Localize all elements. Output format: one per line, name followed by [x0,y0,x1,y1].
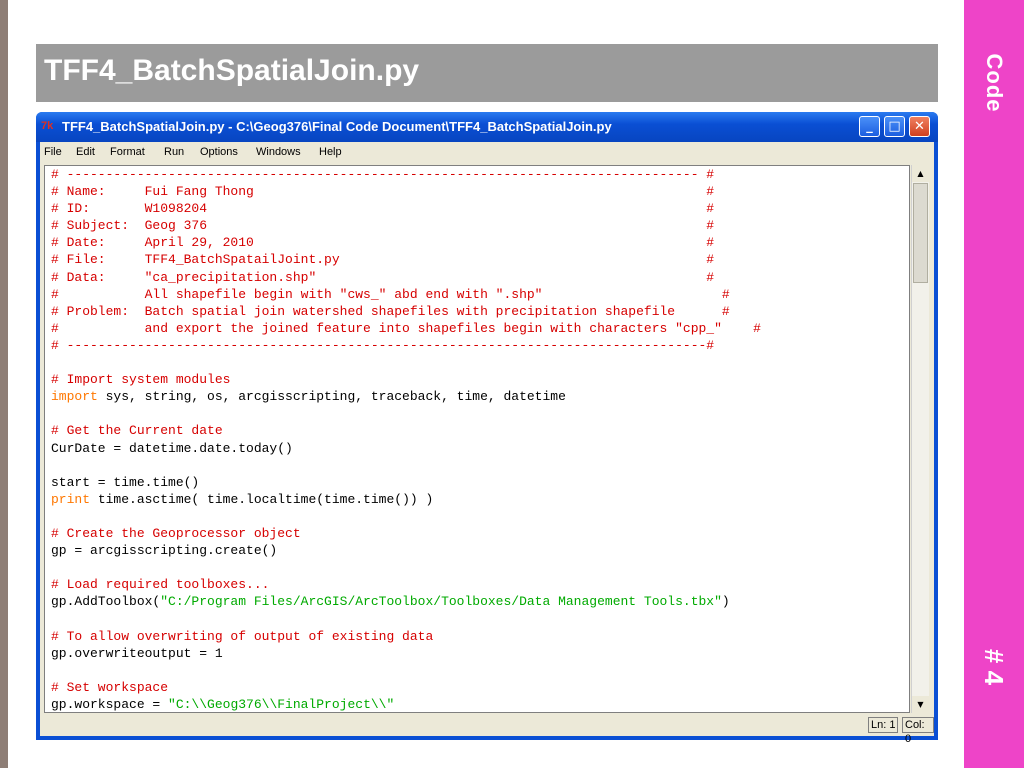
minimize-button[interactable]: _ [859,116,880,137]
code-line: # --------------------------------------… [51,167,715,182]
code-line: # Data: "ca_precipitation.shp" # [51,269,715,285]
window-title-bar[interactable]: 7k TFF4_BatchSpatialJoin.py - C:\Geog376… [36,112,938,142]
scroll-up-icon[interactable]: ▲ [912,165,929,182]
status-bar: Ln: 1 Col: 0 [40,714,934,745]
code-line: gp.workspace = "C:\\Geog376\\FinalProjec… [51,696,395,712]
editor-area: # --------------------------------------… [40,164,934,714]
code-line: print time.asctime( time.localtime(time.… [51,491,434,507]
menu-bar: File Edit Format Run Options Windows Hel… [40,142,934,164]
menu-edit[interactable]: Edit [76,146,95,158]
code-line: # Problem: Batch spatial join watershed … [51,303,730,319]
idle-window: 7k TFF4_BatchSpatialJoin.py - C:\Geog376… [36,112,938,745]
code-line: # Subject: Geog 376 # [51,218,715,234]
code-line: # Get the Current date [51,423,223,439]
maximize-button[interactable]: □ [884,116,905,137]
code-line: # ID: W1098204 # [51,201,715,217]
code-line: CurDate = datetime.date.today() [51,440,293,456]
code-line: # Import system modules [51,372,231,388]
code-listing: # --------------------------------------… [45,166,909,712]
left-accent-stripe [0,0,8,768]
code-line: # File: TFF4_BatchSpatailJoint.py # [51,252,715,268]
scroll-thumb[interactable] [913,183,928,283]
code-line: # To allow overwriting of output of exis… [51,628,434,644]
window-title: TFF4_BatchSpatialJoin.py - C:\Geog376\Fi… [62,119,612,134]
code-line: import sys, string, os, arcgisscripting,… [51,389,566,405]
code-line: # Create the Geoprocessor object [51,525,301,541]
vertical-scrollbar[interactable]: ▲ ▼ [911,165,929,713]
scroll-down-icon[interactable]: ▼ [912,696,929,713]
close-icon: ✕ [914,119,925,134]
status-line: Ln: 1 [868,717,899,733]
status-col: Col: 0 [902,717,934,745]
code-line: gp.overwriteoutput = 1 [51,645,223,661]
slide-title: TFF4_BatchSpatialJoin.py [44,54,420,87]
menu-windows[interactable]: Windows [256,146,301,158]
code-line: # Date: April 29, 2010 # [51,235,715,251]
idle-icon: 7k [41,120,54,132]
code-line: # Load required toolboxes... [51,577,270,593]
maximize-icon: □ [888,119,901,134]
menu-help[interactable]: Help [319,146,342,158]
code-line: # Name: Fui Fang Thong # [51,184,715,200]
menu-format[interactable]: Format [110,146,145,158]
side-section-label: Code [982,53,1007,113]
code-line: # Set workspace [51,679,169,695]
code-line: # All shapefile begin with "cws_" abd en… [51,286,730,302]
menu-options[interactable]: Options [200,146,238,158]
slide-title-bar: TFF4_BatchSpatialJoin.py [36,44,938,102]
menu-file[interactable]: File [44,146,62,158]
menu-run[interactable]: Run [164,146,184,158]
code-line: start = time.time() [51,474,200,490]
code-line: # --------------------------------------… [51,337,715,353]
code-text-area[interactable]: # --------------------------------------… [44,165,910,713]
code-line: gp.AddToolbox("C:/Program Files/ArcGIS/A… [51,594,730,610]
side-slide-number: # 4 [979,648,1009,686]
code-line: gp = arcgisscripting.create() [51,543,278,559]
minimize-icon: _ [866,119,873,134]
close-button[interactable]: ✕ [909,116,930,137]
code-line: # and export the joined feature into sha… [51,320,761,336]
